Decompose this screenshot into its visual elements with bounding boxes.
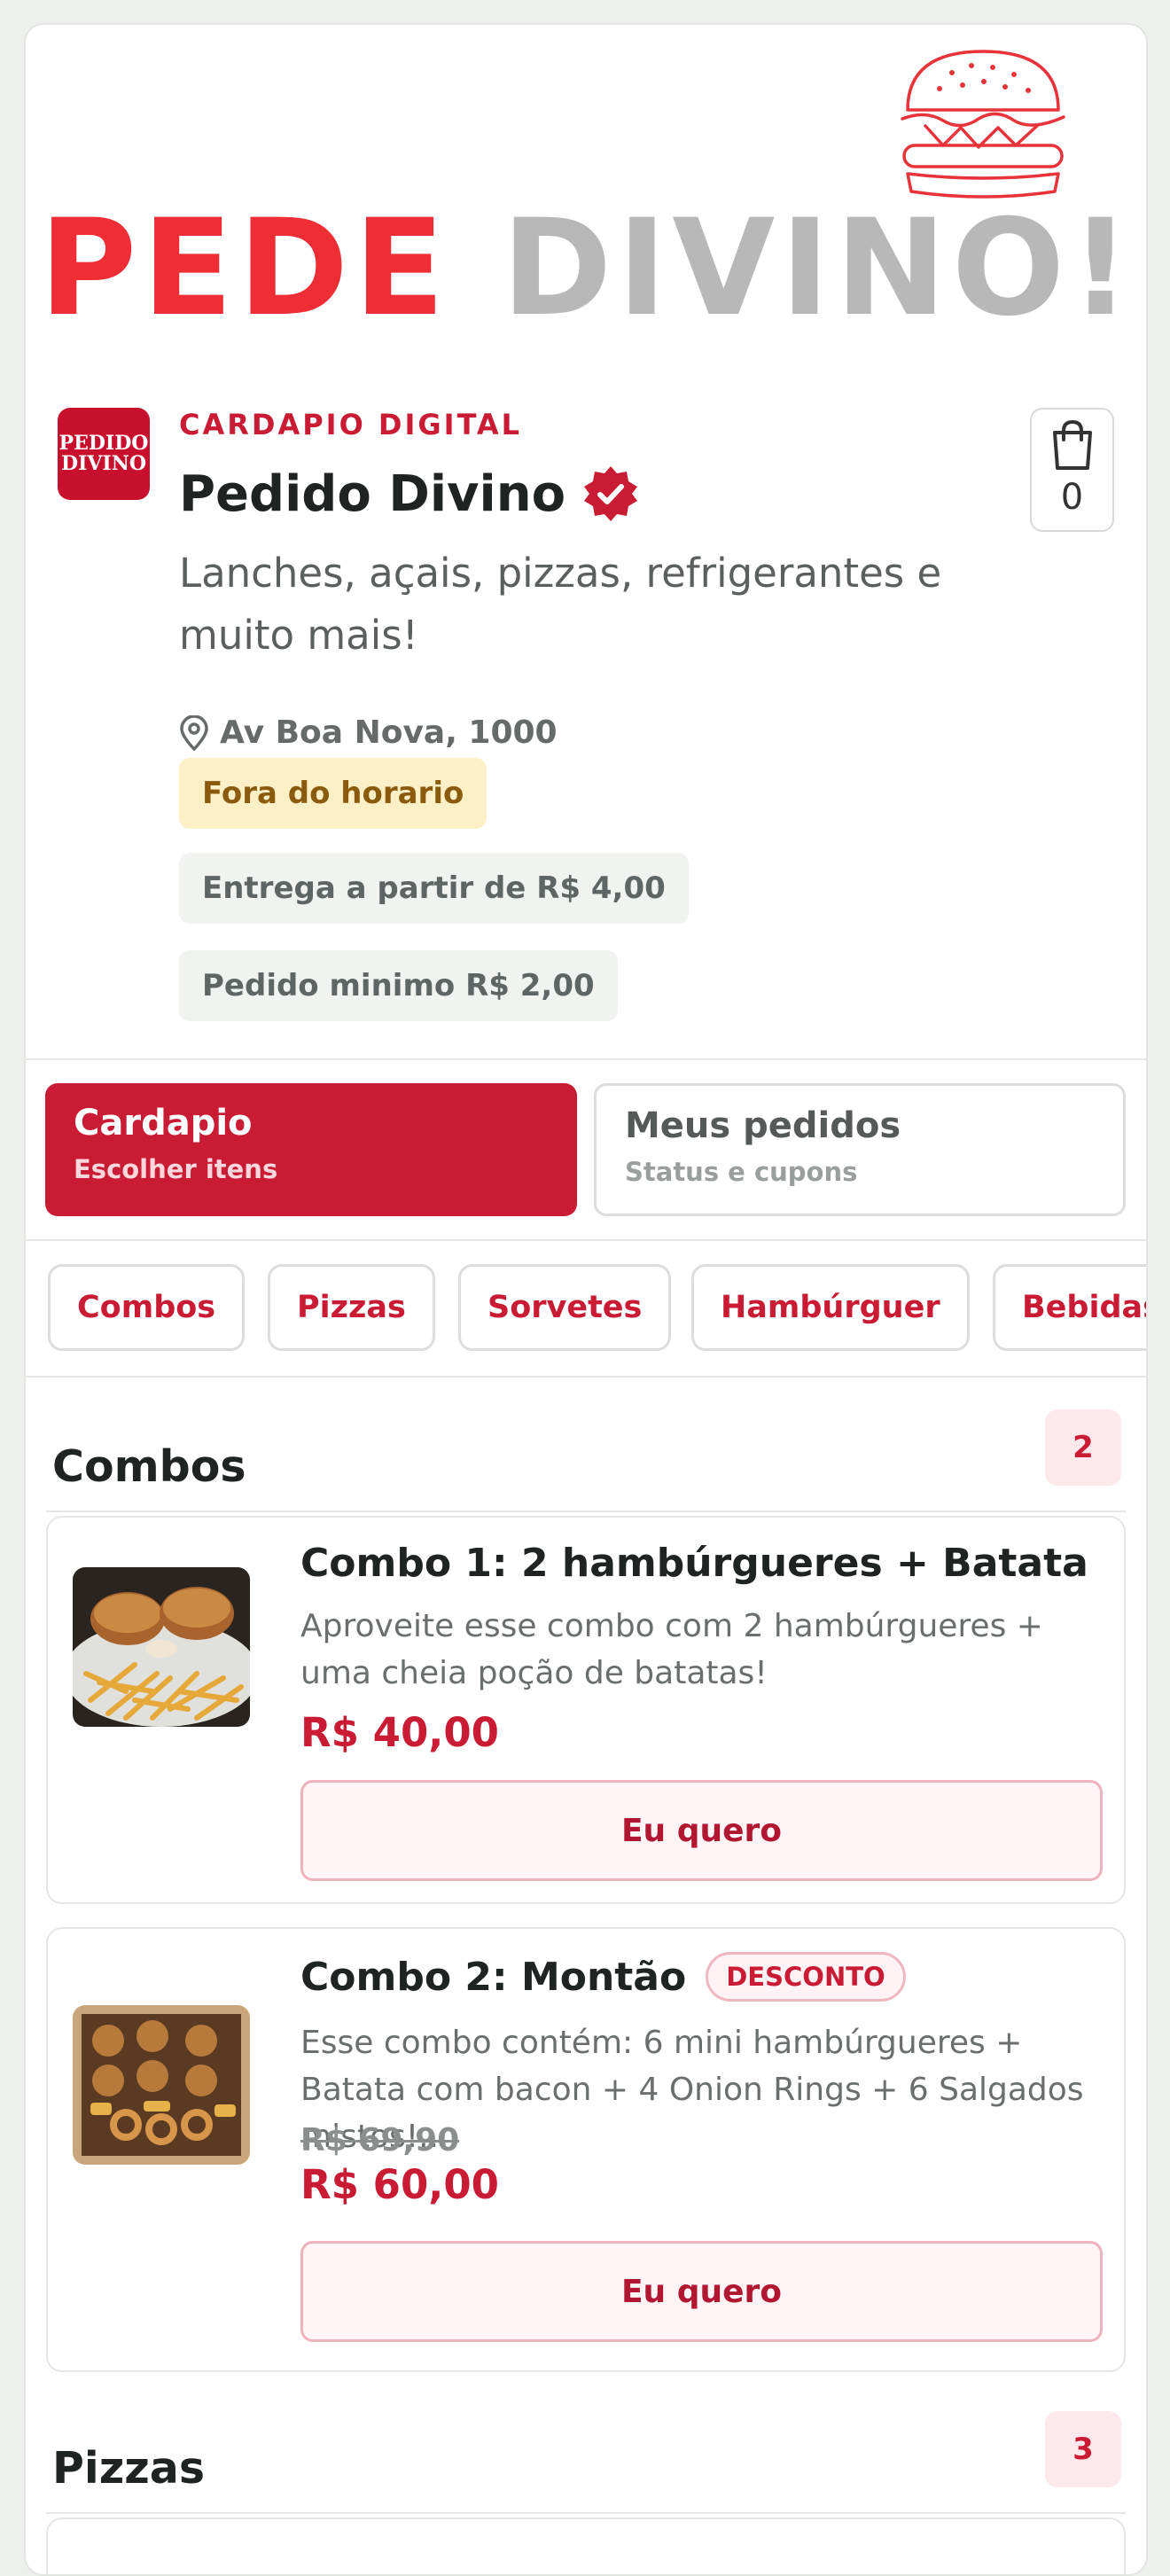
delivery-fee-badge: Entrega a partir de R$ 4,00 [179,853,689,924]
product-image [73,2005,250,2165]
section-count-badge: 3 [1045,2411,1121,2487]
product-name: Combo 1: 2 hambúrgueres + Batata [300,1541,1088,1586]
store-logo-line2: DIVINO [60,452,146,475]
store-address-text: Av Boa Nova, 1000 [220,714,558,751]
product-price: R$ 40,00 [300,1709,499,1756]
shopping-bag-icon [1052,420,1092,470]
store-description: Lanches, açais, pizzas, refrigerantes e … [179,550,942,659]
category-chip-sorvetes[interactable]: Sorvetes [458,1264,672,1351]
verified-badge-icon [584,466,638,521]
divider [46,1510,1126,1512]
product-image [73,1567,250,1727]
brand-wordmark: PEDE DIVINO! [26,202,1146,335]
section-title-combos: Combos [52,1441,246,1492]
status-badge: Fora do horario [179,758,488,829]
divider [26,1058,1146,1060]
tab-cardapio[interactable]: Cardapio Escolher itens [45,1083,577,1216]
category-chip-hamburguer[interactable]: Hambúrguer [691,1264,970,1351]
category-chip-combos[interactable]: Combos [48,1264,246,1351]
divider [26,1376,1146,1378]
brand-word-grey: DIVINO! [501,191,1136,346]
category-chip-pizzas[interactable]: Pizzas [268,1264,435,1351]
product-card: Combo 1: 2 hambúrgueres + Batata Aprovei… [46,1516,1126,1904]
tab-subtitle: Status e cupons [625,1157,858,1187]
store-name-row: Pedido Divino [179,464,640,523]
tab-title: Meus pedidos [625,1105,901,1146]
section-count-badge: 2 [1045,1409,1121,1486]
store-logo: PEDIDO DIVINO [58,408,150,500]
header-banner: PEDE DIVINO! [26,25,1146,335]
divider [46,2512,1126,2514]
want-button[interactable]: Eu quero [300,2241,1103,2342]
store-address: Av Boa Nova, 1000 [179,714,558,751]
minimum-order-badge: Pedido minimo R$ 2,00 [179,950,618,1021]
location-pin-icon [180,714,208,751]
store-eyebrow: CARDAPIO DIGITAL [179,408,523,441]
product-name: Combo 2: Montão [300,1954,687,2000]
cart-count: 0 [1060,477,1084,518]
product-old-price: R$ 69,90 [300,2122,460,2158]
burger-icon [901,50,1065,199]
product-price: R$ 60,00 [300,2161,499,2208]
section-title-pizzas: Pizzas [52,2443,205,2494]
category-chip-bebidas[interactable]: Bebidas [993,1264,1146,1351]
product-description: Aproveite esse combo com 2 hambúrgueres … [300,1608,1043,1691]
cart-button[interactable]: 0 [1030,408,1114,532]
brand-word-red: PEDE [39,191,450,346]
store-logo-line1: PEDIDO [58,431,149,455]
menu-card: PEDE DIVINO! PEDIDO DIVINO CARDAPIO DIGI… [24,23,1148,2576]
tab-subtitle: Escolher itens [74,1154,278,1184]
tab-title: Cardapio [74,1103,253,1144]
divider [26,1239,1146,1241]
tab-meus-pedidos[interactable]: Meus pedidos Status e cupons [594,1083,1126,1216]
want-button[interactable]: Eu quero [300,1780,1103,1881]
product-card [46,2517,1126,2574]
product-card: Combo 2: Montão DESCONTO Esse combo cont… [46,1927,1126,2372]
discount-badge: DESCONTO [706,1952,906,2002]
store-name: Pedido Divino [179,464,566,523]
product-name-row: Combo 2: Montão DESCONTO [300,1952,906,2002]
